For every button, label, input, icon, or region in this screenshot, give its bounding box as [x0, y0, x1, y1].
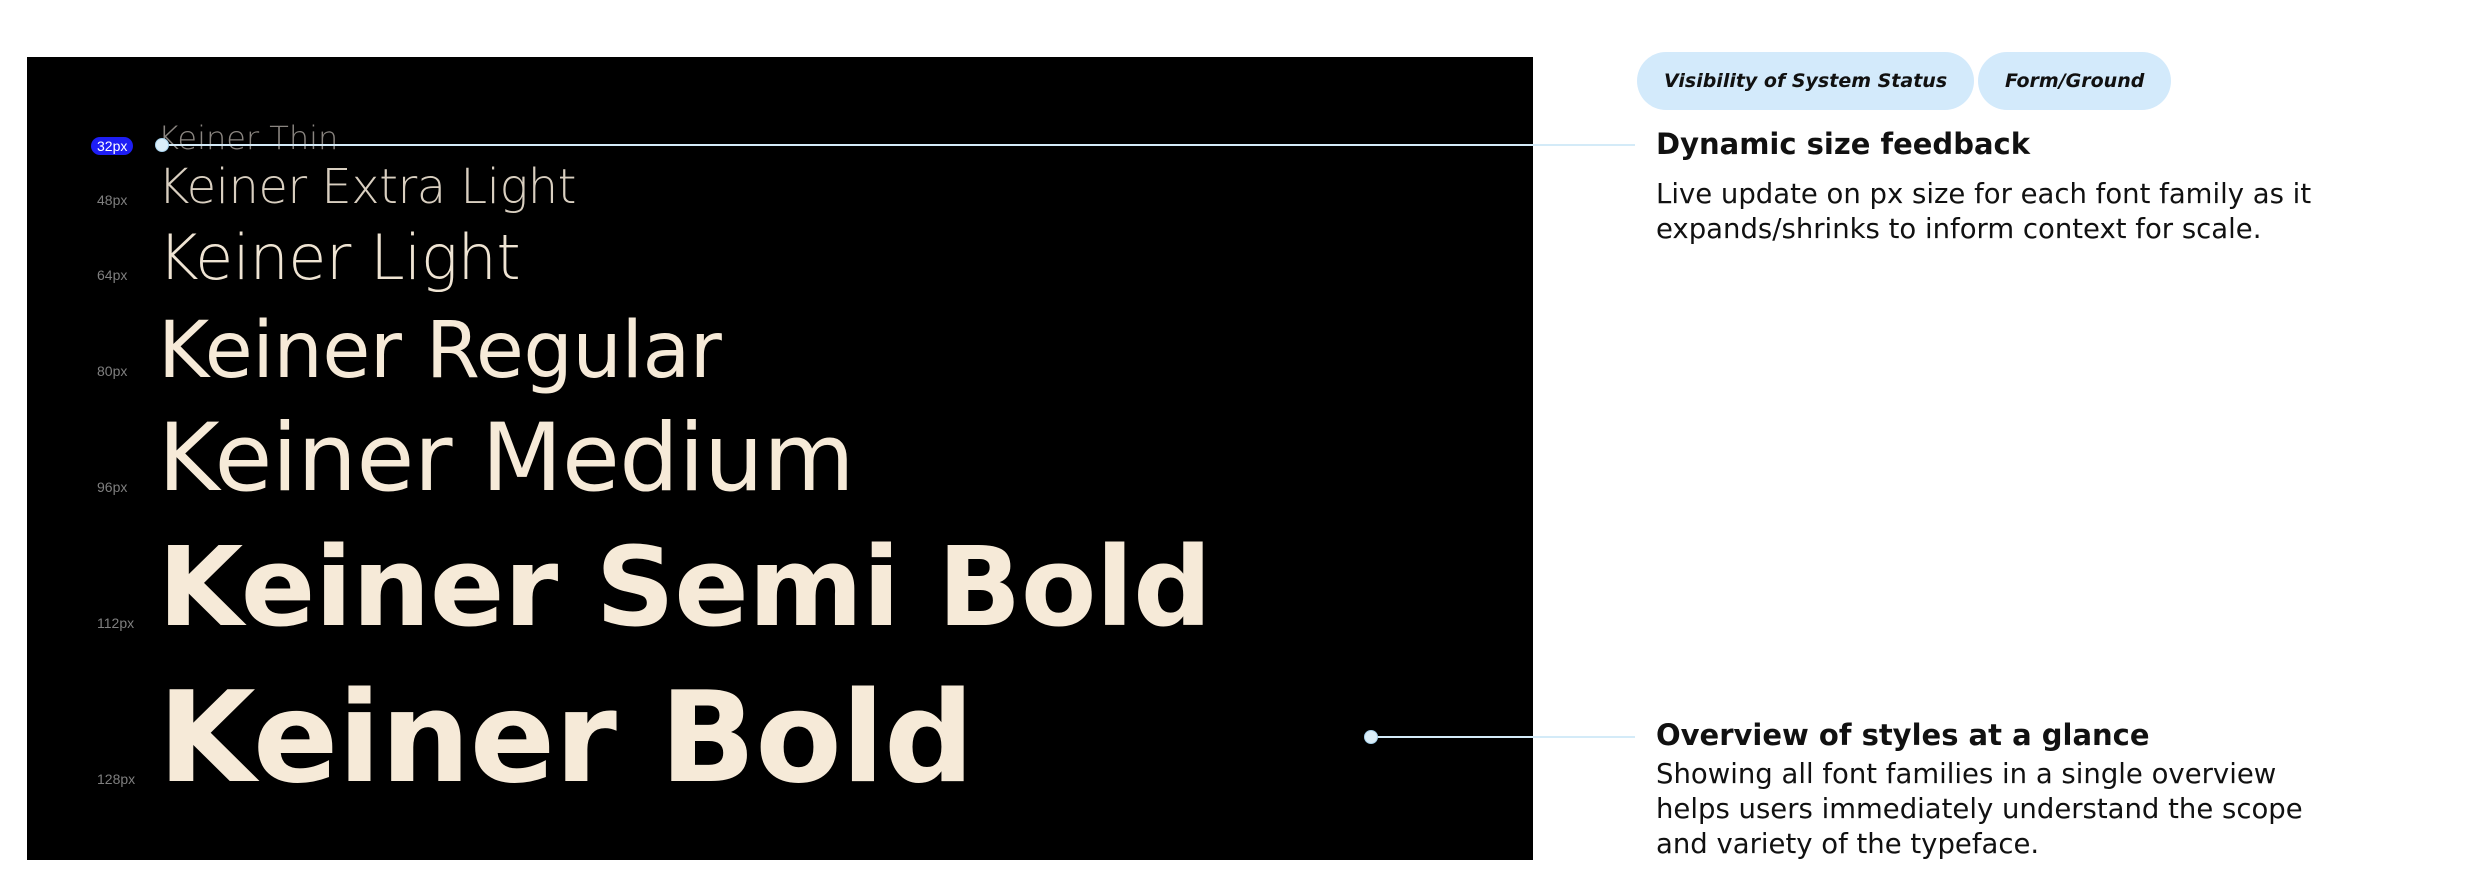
size-label: 48px	[97, 192, 128, 208]
size-label-active: 32px	[91, 137, 134, 155]
font-name-medium: Keiner Medium	[158, 404, 855, 513]
annotation-line: expands/shrinks to inform context for sc…	[1656, 213, 2262, 245]
annotation-title-overview: Overview of styles at a glance	[1656, 718, 2150, 752]
annotation-line: Live update on px size for each font fam…	[1656, 178, 2312, 210]
annotation-body-size-feedback: Live update on px size for each font fam…	[1656, 177, 2356, 247]
size-label: 64px	[97, 267, 128, 283]
font-name-bold: Keiner Bold	[158, 664, 974, 811]
callout-dot-size-feedback	[155, 138, 169, 152]
font-name-thin: Keiner Thin	[158, 119, 339, 157]
callout-leader-size-feedback	[162, 144, 1635, 146]
annotation-line: Showing all font families in a single ov…	[1656, 758, 2277, 790]
font-name-semi-bold: Keiner Semi Bold	[158, 523, 1212, 651]
size-label: 128px	[97, 771, 136, 787]
tag-form-ground: Form/Ground	[1978, 52, 2172, 110]
annotation-body-overview: Showing all font families in a single ov…	[1656, 757, 2356, 862]
annotation-line: and variety of the typeface.	[1656, 828, 2040, 860]
tag-visibility-of-system-status: Visibility of System Status	[1637, 52, 1975, 110]
callout-dot-overview	[1364, 730, 1378, 744]
annotation-title-size-feedback: Dynamic size feedback	[1656, 127, 2030, 161]
callout-leader-overview	[1371, 736, 1635, 738]
type-specimen-panel: 32px Keiner Thin 48px Keiner Extra Light…	[27, 57, 1533, 860]
font-name-light: Keiner Light	[158, 221, 521, 294]
font-name-regular: Keiner Regular	[158, 306, 722, 396]
font-name-extra-light: Keiner Extra Light	[158, 159, 576, 215]
size-label: 112px	[97, 615, 135, 631]
annotation-line: helps users immediately understand the s…	[1656, 793, 2303, 825]
size-label: 96px	[97, 479, 128, 495]
size-label: 80px	[97, 363, 128, 379]
page: 32px Keiner Thin 48px Keiner Extra Light…	[0, 0, 2474, 892]
